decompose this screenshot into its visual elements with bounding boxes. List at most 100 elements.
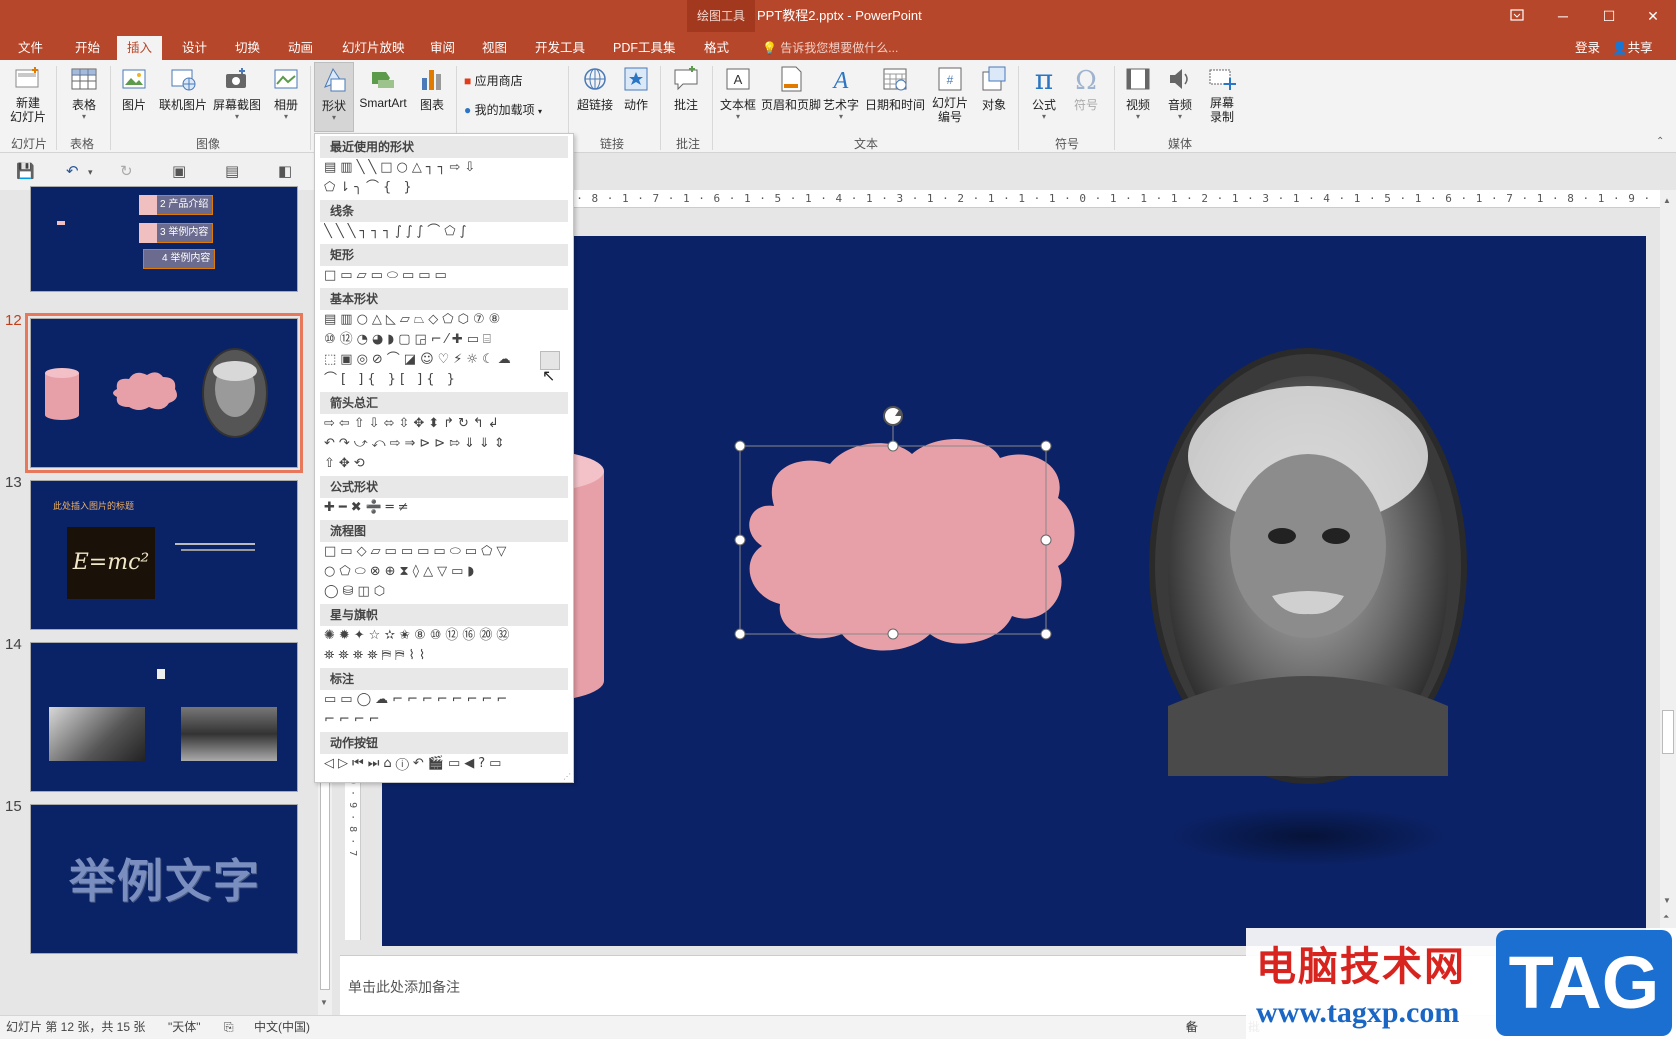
screen-record-button[interactable]: 屏幕 录制 (1204, 64, 1240, 124)
album-button[interactable]: 相册 ▾ (268, 64, 304, 121)
shape-row-action-buttons[interactable]: ◁▷⏮⏭⌂ⓘ↶🎬▭◀?▭ (324, 755, 569, 773)
ribbon-display-icon (1510, 9, 1524, 21)
shape-row-flowchart[interactable]: ◯⛁◫⬡ (324, 583, 569, 601)
scroll-up-icon[interactable]: ▲ (1663, 196, 1671, 205)
comment-button[interactable]: 批注 (668, 64, 704, 113)
shape-row-arrows[interactable]: ⇧✥⟲ (324, 455, 569, 473)
action-button[interactable]: 动作 (620, 64, 652, 113)
tab-design[interactable]: 设计 (172, 36, 217, 60)
video-button[interactable]: 视频 ▾ (1120, 64, 1156, 121)
shape-row-basic[interactable]: ▤▥○△◺▱⏢◇⬠⬡⑦⑧ (324, 311, 569, 329)
tab-review[interactable]: 审阅 (420, 36, 465, 60)
shape-row-basic[interactable]: ⬚▣◎⊘⌒◪☺♡⚡☼☾☁ (324, 351, 569, 369)
login-button[interactable]: 登录 (1575, 36, 1600, 60)
redo-icon[interactable]: ↻ (120, 162, 133, 180)
my-addins-button[interactable]: ● 我的加载项 ▾ (464, 101, 542, 118)
textbox-button[interactable]: A 文本框 ▾ (718, 64, 758, 121)
textbox-quick-icon[interactable]: ▤ (225, 162, 239, 180)
tab-pdf-tools[interactable]: PDF工具集 (603, 36, 686, 60)
screenshot-button[interactable]: 屏幕截图 ▾ (210, 64, 264, 121)
tab-developer[interactable]: 开发工具 (525, 36, 595, 60)
chart-button[interactable]: 图表 (414, 64, 450, 113)
shape-row-stars[interactable]: ⛯⛯⛯⛯⛿⛿⌇⌇ (324, 647, 569, 665)
undo-icon[interactable]: ↶ (66, 162, 79, 180)
close-button[interactable]: ✕ (1630, 0, 1676, 32)
shape-row-recent[interactable]: ▤▥╲╲□○△┐┐⇨⇩ (324, 159, 569, 177)
language[interactable]: 中文(中国) (254, 1016, 310, 1038)
shape-row-flowchart[interactable]: ○⬠⬭⊗⊕⧗◊△▽▭◗ (324, 563, 569, 581)
editor-scrollbar[interactable]: ▲ ▼ ⏶ (1660, 190, 1676, 1015)
save-icon[interactable]: 💾 (16, 162, 35, 180)
watermark-title: 电脑技术网 (1256, 944, 1466, 990)
table-button[interactable]: 表格 ▾ (64, 64, 104, 121)
slide-thumbnail-13[interactable]: 此处插入图片的标题 E=mc² (30, 480, 298, 630)
store-button[interactable]: ■ 应用商店 (464, 72, 523, 89)
tab-slideshow[interactable]: 幻灯片放映 (332, 36, 415, 60)
tab-transitions[interactable]: 切换 (225, 36, 270, 60)
tab-format[interactable]: 格式 (694, 36, 739, 60)
cloud-shape[interactable] (749, 438, 1075, 651)
smartart-button[interactable]: SmartArt (356, 64, 410, 110)
shape-row-flowchart[interactable]: □▭◇▱▭▭▭▭⬭▭⬠▽ (324, 543, 569, 561)
scrollbar-thumb[interactable] (1662, 710, 1674, 754)
tab-file[interactable]: 文件 (8, 36, 53, 60)
shapes-label: 形状 (321, 99, 346, 113)
tab-home[interactable]: 开始 (65, 36, 110, 60)
slide-thumbnail-15[interactable]: 举例文字 (30, 804, 298, 954)
tab-animations[interactable]: 动画 (278, 36, 323, 60)
ribbon-display-options-button[interactable] (1494, 0, 1540, 32)
shape-row-arrows[interactable]: ⇨⇦⇧⇩⬄⇳✥⬍↱↻↰↲ (324, 415, 569, 433)
text-line (181, 549, 255, 551)
shape-row-arrows[interactable]: ↶↷⤻⤺⇨⇒⊳⊳⇰⇓⇓⇕ (324, 435, 569, 453)
shape-row-rectangles[interactable]: □▭▱▭⬭▭▭▭ (324, 267, 569, 285)
portrait-picture[interactable] (1149, 348, 1467, 784)
equation-button[interactable]: π 公式 ▾ (1024, 64, 1064, 121)
shape-row-callouts[interactable]: ⌐⌐⌐⌐ (324, 711, 569, 729)
new-slide-button[interactable]: 新建 幻灯片 (6, 64, 50, 124)
svg-text:#: # (947, 73, 954, 87)
chevron-down-icon[interactable]: ▾ (88, 167, 93, 178)
present-icon[interactable]: ◧ (278, 162, 292, 180)
scroll-down-icon[interactable]: ▼ (320, 998, 328, 1007)
globe-link-icon (584, 68, 606, 90)
header-footer-button[interactable]: 页眉和页脚 (760, 64, 822, 113)
hyperlink-button[interactable]: 超链接 (574, 64, 616, 113)
shape-row-equation[interactable]: ✚━✖➗═≠ (324, 499, 569, 517)
shape-row-lines[interactable]: ╲╲╲┐┐┐∫∫∫⌒⬠∫ (324, 223, 569, 241)
maximize-button[interactable]: ☐ (1586, 0, 1632, 32)
slide-thumbnail-11[interactable]: 2 产品介绍 3 举例内容 4 举例内容 (30, 186, 298, 292)
screenshot-label: 屏幕截图 (212, 98, 261, 112)
category-stars-banners: 星与旗帜 (320, 604, 568, 626)
symbol-button[interactable]: Ω 符号 (1066, 64, 1106, 113)
from-beginning-icon[interactable]: ▣ (172, 162, 186, 180)
resize-grip-icon[interactable]: ⋰ (563, 772, 571, 781)
slide-thumbnail-14[interactable] (30, 642, 298, 792)
notes-placeholder: 单击此处添加备注 (348, 979, 460, 995)
share-button[interactable]: 👤共享 (1612, 36, 1653, 60)
tab-view[interactable]: 视图 (472, 36, 517, 60)
online-picture-button[interactable]: 联机图片 (156, 64, 210, 113)
datetime-button[interactable]: 日期和时间 (864, 64, 926, 113)
rotate-handle-icon[interactable] (883, 406, 903, 426)
watermark-tag-logo: TAG (1496, 930, 1672, 1036)
tab-insert[interactable]: 插入 (117, 36, 163, 60)
picture-button[interactable]: 图片 (116, 64, 152, 113)
shape-row-callouts[interactable]: ▭▭◯☁⌐⌐⌐⌐⌐⌐⌐⌐ (324, 691, 569, 709)
shape-row-basic[interactable]: ⌒[ ]{ }[ ]{ } (324, 371, 569, 389)
tell-me-search[interactable]: 💡 告诉我您想要做什么... (762, 36, 898, 60)
previous-slide-icon[interactable]: ⏶ (1663, 912, 1669, 922)
collapse-ribbon-icon[interactable]: ⌃ (1656, 136, 1664, 147)
shape-row-stars[interactable]: ✺✹✦☆✫✬⑧⑩⑫⑯⑳㉜ (324, 627, 569, 645)
shape-row-recent[interactable]: ⬠⇂╮⌒{ } (324, 179, 569, 197)
watermark-url: www.tagxp.com (1256, 996, 1460, 1029)
shape-row-basic[interactable]: ⑩⑫◔◕◗▢◲⌐⁄✚▭⌸ (324, 331, 569, 349)
spellcheck-icon[interactable]: ⎘ (224, 1016, 234, 1038)
slide-number-button[interactable]: # 幻灯片 编号 (928, 64, 972, 124)
slide-thumbnail-12[interactable] (25, 313, 303, 473)
shapes-button[interactable]: 形状 ▾ (314, 62, 354, 132)
audio-button[interactable]: 音频 ▾ (1162, 64, 1198, 121)
scroll-down-icon[interactable]: ▼ (1663, 896, 1671, 905)
object-button[interactable]: 对象 (976, 64, 1012, 113)
minimize-button[interactable]: ─ (1540, 0, 1586, 32)
wordart-button[interactable]: A 艺术字 ▾ (822, 64, 860, 121)
